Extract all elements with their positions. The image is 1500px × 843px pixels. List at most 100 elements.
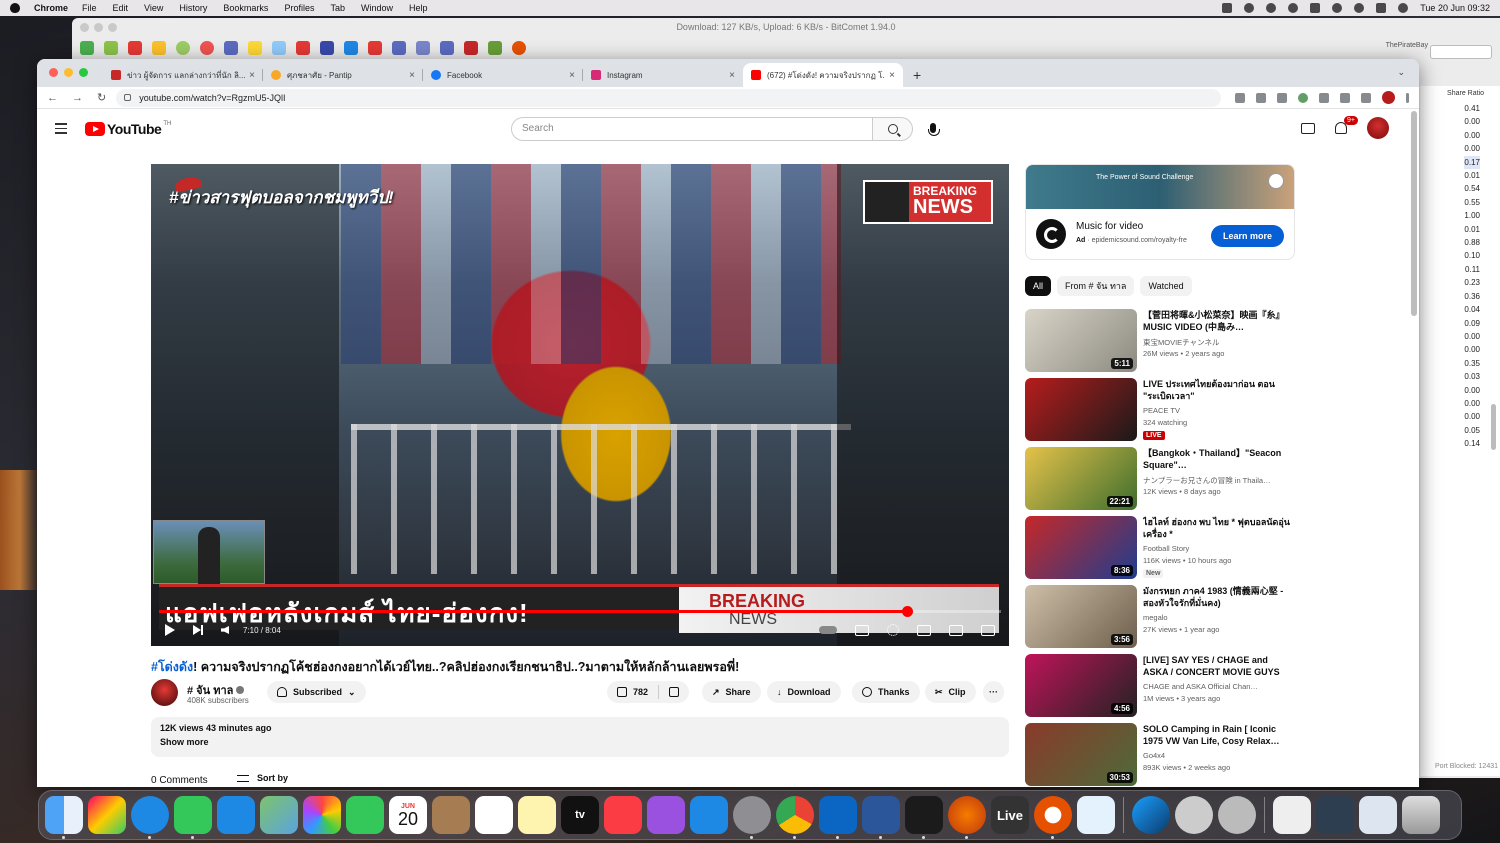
film-reel-icon[interactable] [1175, 796, 1213, 834]
input-source-icon[interactable] [1310, 3, 1321, 13]
create-video-icon[interactable] [1301, 122, 1315, 134]
clip-button[interactable]: ✂ Clip [925, 681, 976, 703]
scrollbar-thumb[interactable] [1411, 111, 1417, 316]
recommended-video[interactable]: 4:56 [LIVE] SAY YES / CHAGE and ASKA / CO… [1025, 654, 1295, 718]
recommended-video[interactable]: 3:56 มังกรหยก ภาค4 1983 (情義兩心堅 - สองหัวใจ… [1025, 585, 1295, 649]
video-thumbnail[interactable]: 3:56 [1025, 585, 1137, 648]
menu-history[interactable]: History [179, 3, 207, 13]
chip-from-channel[interactable]: From # จัน ทาล [1057, 276, 1135, 296]
launchpad-icon[interactable] [88, 796, 126, 834]
messages-icon[interactable] [174, 796, 212, 839]
document-icon[interactable] [1273, 796, 1311, 834]
download-button[interactable]: ↓ Download [767, 681, 841, 703]
shield-icon[interactable] [1244, 3, 1255, 13]
pin-icon[interactable] [464, 41, 478, 55]
learn-more-button[interactable]: Learn more [1210, 225, 1284, 247]
channel-avatar[interactable] [151, 679, 178, 706]
profile-avatar[interactable] [1382, 91, 1395, 104]
screen-recorder-icon[interactable] [1316, 796, 1354, 834]
video-player[interactable]: #ข่าวสารฟุตบอลจากชมพูทวีป! BREAKING NEWS … [151, 164, 1009, 646]
share-page-icon[interactable] [1256, 92, 1266, 103]
video-thumbnail[interactable]: 22:21 [1025, 447, 1137, 510]
trash-icon[interactable] [1402, 796, 1440, 834]
tab-search-icon[interactable]: ⌄ [1397, 67, 1405, 78]
tab-pantip[interactable]: ศุภชลาศัย - Pantip × [263, 63, 423, 87]
video-title[interactable]: SOLO Camping in Rain [ Iconic 1975 VW Va… [1143, 723, 1293, 747]
ad-info-icon[interactable] [1268, 173, 1284, 189]
video-title[interactable]: 【菅田将暉&小松菜奈】映画『糸』MUSIC VIDEO (中島み… [1143, 309, 1293, 333]
share-button[interactable]: ↗ Share [702, 681, 761, 703]
music-icon[interactable] [604, 796, 642, 834]
menu-window[interactable]: Window [361, 3, 393, 13]
add-torrent-icon[interactable] [80, 41, 94, 55]
video-channel[interactable]: ナンプラーお兄さんの冒険 in Thaila… [1143, 475, 1293, 486]
menu-clock[interactable]: Tue 20 Jun 09:32 [1420, 3, 1490, 13]
sponsored-ad[interactable]: The Power of Sound Challenge Music for v… [1025, 164, 1295, 260]
account-avatar[interactable] [1367, 117, 1389, 139]
zoom-window-button[interactable] [79, 68, 88, 77]
close-window-button[interactable] [49, 68, 58, 77]
tab-manager-news[interactable]: ข่าว ผู้จัดการ แลกล่างกว่าที่นัก ลิ... × [103, 63, 263, 87]
tab-youtube[interactable]: (672) #โด่งดัง! ความจริงปรากฏ โ... × [743, 63, 903, 87]
tab-close-icon[interactable]: × [569, 70, 575, 81]
delete-icon[interactable] [296, 41, 310, 55]
video-title[interactable]: ไฮไลท์ ฮ่องกง พบ ไทย * ฟุตบอลนัดอุ่นเครื… [1143, 516, 1293, 540]
maps-icon[interactable] [260, 796, 298, 834]
menu-help[interactable]: Help [409, 3, 428, 13]
menu-bookmarks[interactable]: Bookmarks [223, 3, 268, 13]
url-field[interactable]: youtube.com/watch?v=RgzmU5-JQlI [116, 88, 1221, 107]
extensions-puzzle-icon[interactable] [1319, 92, 1329, 103]
printer-icon[interactable] [1077, 796, 1115, 834]
ad-banner-image[interactable]: The Power of Sound Challenge [1026, 165, 1294, 209]
theater-mode-icon[interactable] [949, 624, 963, 636]
calendar-icon[interactable]: JUN 20 [389, 796, 427, 834]
status-app-icon[interactable] [1222, 3, 1233, 13]
wifi-icon[interactable] [1332, 3, 1343, 13]
steam-icon[interactable] [1132, 796, 1170, 834]
tab-close-icon[interactable]: × [729, 70, 735, 81]
search-torrent-icon[interactable] [224, 41, 238, 55]
video-title[interactable]: มังกรหยก ภาค4 1983 (情義兩心堅 - สองหัวใจรักท… [1143, 585, 1293, 609]
stop-icon[interactable] [200, 41, 214, 55]
reload-icon[interactable]: ↻ [97, 91, 106, 104]
open-icon[interactable] [128, 41, 142, 55]
description-box[interactable]: 12K views 43 minutes ago Show more [151, 717, 1009, 757]
power-icon[interactable] [512, 41, 526, 55]
menu-profiles[interactable]: Profiles [284, 3, 314, 13]
like-button[interactable]: 782 [607, 681, 690, 703]
recommended-video[interactable]: LIVE ประเทศไทยต้องมาก่อน ตอน "ระเบิดเวลา… [1025, 378, 1295, 442]
system-settings-icon[interactable] [733, 796, 771, 839]
tab-close-icon[interactable]: × [249, 70, 255, 81]
chrome-menu-icon[interactable] [1406, 92, 1409, 103]
connect-icon[interactable] [320, 41, 334, 55]
video-title[interactable]: [LIVE] SAY YES / CHAGE and ASKA / CONCER… [1143, 654, 1293, 678]
reminders-icon[interactable] [475, 796, 513, 834]
recommended-video[interactable]: 22:21 【Bangkok・Thailand】"Seacon Square"… ナ… [1025, 447, 1295, 511]
video-channel[interactable]: Football Story [1143, 544, 1293, 553]
side-panel-icon[interactable] [1361, 92, 1371, 103]
photos-icon[interactable] [303, 796, 341, 834]
apple-tv-icon[interactable]: tv [561, 796, 599, 834]
edit-icon[interactable] [272, 41, 286, 55]
mail-icon[interactable] [217, 796, 255, 834]
ableton-live-icon[interactable]: Live [991, 796, 1029, 834]
reading-list-icon[interactable] [1340, 92, 1350, 103]
video-thumbnail[interactable] [1025, 378, 1137, 441]
notifications-bell-icon[interactable]: 9+ [1335, 116, 1358, 134]
install-app-icon[interactable] [1235, 92, 1245, 103]
video-channel[interactable]: CHAGE and ASKA Official Chan… [1143, 682, 1293, 691]
facetime-icon[interactable] [346, 796, 384, 834]
film-reel-2-icon[interactable] [1218, 796, 1256, 834]
share-icon[interactable] [344, 41, 358, 55]
youtube-logo[interactable]: YouTube TH [85, 121, 171, 137]
thumbs-down-icon[interactable] [669, 687, 680, 697]
chrome-icon[interactable] [776, 796, 814, 839]
video-channel[interactable]: PEACE TV [1143, 406, 1293, 415]
video-channel[interactable]: 東宝MOVIEチャンネル [1143, 337, 1293, 348]
menu-file[interactable]: File [82, 3, 97, 13]
video-channel[interactable]: Go4x4 [1143, 751, 1293, 760]
share-scrollbar[interactable] [1491, 404, 1496, 450]
video-progress-bar[interactable] [159, 606, 1001, 617]
video-thumbnail[interactable]: 8:36 [1025, 516, 1137, 579]
finder-icon[interactable] [45, 796, 83, 839]
